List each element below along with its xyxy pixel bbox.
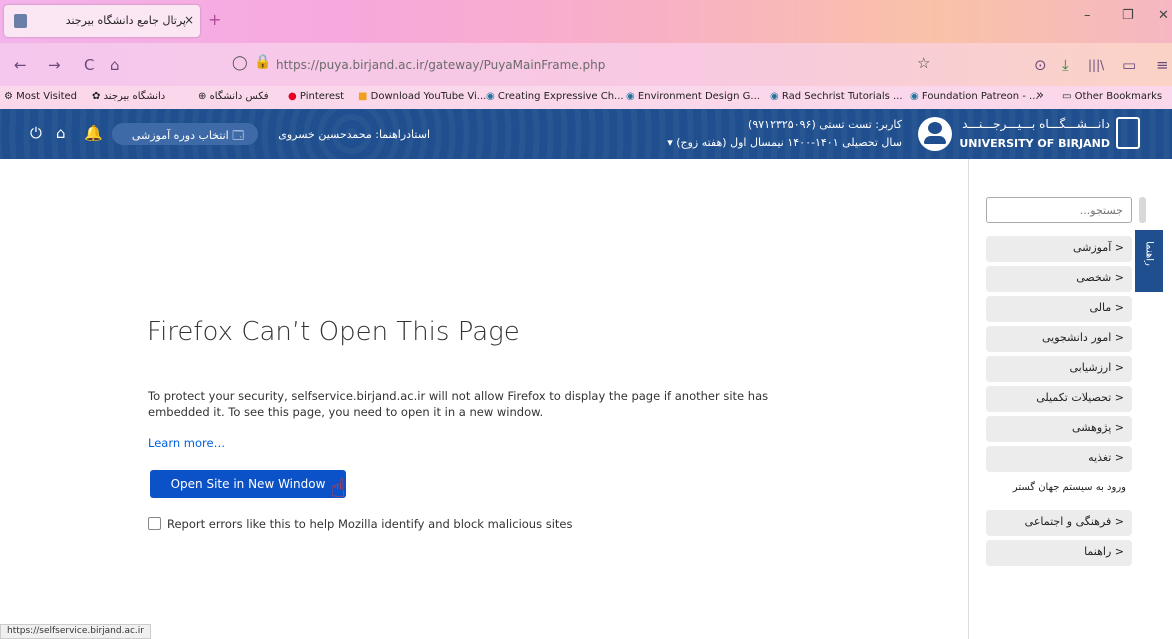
bookmark-label: Download YouTube Vi... bbox=[370, 91, 487, 102]
bookmark-pinterest[interactable]: ● Pinterest bbox=[288, 91, 344, 102]
report-errors-checkbox[interactable] bbox=[148, 517, 161, 530]
bookmarks-overflow-chevron-icon[interactable]: » bbox=[1036, 88, 1044, 103]
bookmark-rad-sechrist[interactable]: ◉ Rad Sechrist Tutorials ... bbox=[770, 91, 903, 102]
status-bar-link-preview: https://selfservice.birjand.ac.ir bbox=[0, 624, 151, 639]
bookmark-environment-design[interactable]: ◉ Environment Design G... bbox=[626, 91, 760, 102]
bookmark-label: فکس دانشگاه bbox=[209, 91, 269, 102]
chevron-icon: < bbox=[1114, 271, 1124, 284]
browser-tab[interactable]: پرتال جامع دانشگاه بیرجند × bbox=[4, 5, 200, 37]
sidebar-item-nutrition[interactable]: < تغذیه bbox=[986, 446, 1132, 472]
bookmark-most-visited[interactable]: ⚙ Most Visited bbox=[4, 91, 77, 102]
university-logo-icon bbox=[1116, 117, 1140, 149]
bookmark-creating-expressive[interactable]: ◉ Creating Expressive Ch... bbox=[486, 91, 624, 102]
user-avatar-body-icon bbox=[924, 136, 946, 144]
bookmark-label: Other Bookmarks bbox=[1074, 91, 1163, 102]
sidebar-item-personal[interactable]: < شخصی bbox=[986, 266, 1132, 292]
pocket-icon[interactable]: ⊙ bbox=[1034, 56, 1047, 74]
sidebar-item-label: فرهنگی و اجتماعی bbox=[1024, 515, 1112, 528]
restore-window-button[interactable]: ❐ bbox=[1122, 8, 1134, 23]
university-name-persian: دانـــشـــگـــاه بـــیـــرجـــنـــد bbox=[962, 117, 1110, 131]
hand-pointer-cursor-icon: ☝ bbox=[330, 474, 346, 504]
chevron-icon: < bbox=[1114, 361, 1124, 374]
sidebar-scrollbar[interactable] bbox=[1139, 197, 1146, 223]
bookmark-birjand-university[interactable]: دانشگاه بیرجند ✿ bbox=[92, 91, 165, 102]
sidebar-item-student-affairs[interactable]: < امور دانشجویی bbox=[986, 326, 1132, 352]
sidebar-item-label: پژوهشی bbox=[1072, 421, 1112, 434]
bookmark-star-icon[interactable]: ☆ bbox=[917, 54, 930, 72]
bookmark-label: Foundation Patreon - ... bbox=[921, 91, 1039, 102]
select-course-label: 🗔 انتخاب دوره آموزشی bbox=[131, 129, 245, 142]
help-side-tab-label: راهنما bbox=[1143, 241, 1155, 266]
bookmark-label: دانشگاه بیرجند bbox=[103, 91, 166, 102]
download-icon[interactable]: ⤓ bbox=[1062, 56, 1069, 74]
reload-icon[interactable]: C bbox=[84, 56, 94, 74]
error-description: To protect your security, selfservice.bi… bbox=[148, 389, 769, 419]
sidebar-item-label: تحصیلات تکمیلی bbox=[1036, 391, 1112, 404]
university-name-english: UNIVERSITY OF BIRJAND bbox=[959, 137, 1110, 150]
error-title: Firefox Can’t Open This Page bbox=[147, 317, 520, 347]
notification-bell-icon[interactable]: 🔔 bbox=[84, 124, 103, 142]
user-info: کاربر: تست تستی (۹۷۱۲۳۲۵۰۹۶) bbox=[748, 118, 902, 131]
home-icon[interactable]: ⌂ bbox=[110, 56, 120, 74]
sidebar-item-label: امور دانشجویی bbox=[1041, 331, 1112, 344]
chevron-icon: < bbox=[1114, 421, 1124, 434]
tracking-shield-icon[interactable]: ◯ bbox=[232, 55, 248, 71]
power-logout-icon[interactable]: ⏻ bbox=[30, 124, 42, 142]
report-errors-label[interactable]: Report errors like this to help Mozilla … bbox=[167, 517, 573, 531]
sidebar-item-label: ارزشیابی bbox=[1069, 361, 1112, 374]
library-icon[interactable]: |||\ bbox=[1088, 58, 1104, 72]
sidebar-item-label: آموزشی bbox=[1072, 241, 1112, 254]
bookmark-label: Most Visited bbox=[16, 91, 78, 102]
close-window-button[interactable]: ✕ bbox=[1158, 8, 1169, 23]
chevron-icon: < bbox=[1114, 391, 1124, 404]
help-side-tab-notch bbox=[1135, 262, 1145, 282]
sidebar-item-label: مالی bbox=[1089, 301, 1112, 314]
home-icon[interactable]: ⌂ bbox=[56, 124, 66, 142]
advisor-info: استادراهنما: محمدحسین خسروی bbox=[278, 128, 430, 141]
tab-close-icon[interactable]: × bbox=[184, 13, 194, 27]
minimize-window-button[interactable]: – bbox=[1084, 8, 1091, 23]
academic-term-selector[interactable]: سال تحصیلی ۱۴۰۱-۱۴۰۰ نیمسال اول (هفته زو… bbox=[667, 136, 902, 149]
sidebar-divider bbox=[968, 159, 969, 639]
sidebar-item-global-system-login[interactable]: ورود به سیستم جهان گستر bbox=[986, 482, 1132, 493]
sidebar-item-help[interactable]: < راهنما bbox=[986, 540, 1132, 566]
sidebar-item-label: راهنما bbox=[1084, 545, 1112, 558]
bookmark-foundation-patreon[interactable]: ◉ Foundation Patreon - ... bbox=[910, 91, 1039, 102]
sidebar-item-financial[interactable]: < مالی bbox=[986, 296, 1132, 322]
bookmark-other-bookmarks[interactable]: ▭ Other Bookmarks bbox=[1062, 91, 1162, 102]
bookmark-university-fax[interactable]: فکس دانشگاه ⊕ bbox=[198, 91, 269, 102]
learn-more-link[interactable]: Learn more… bbox=[148, 436, 225, 450]
open-site-in-new-window-button[interactable]: Open Site in New Window bbox=[150, 470, 346, 498]
bookmark-download-youtube[interactable]: ■ Download YouTube Vi... bbox=[358, 91, 486, 102]
tab-title: پرتال جامع دانشگاه بیرجند bbox=[65, 14, 186, 27]
sidebar-item-research[interactable]: < پژوهشی bbox=[986, 416, 1132, 442]
sidebar-search-input[interactable] bbox=[986, 197, 1132, 223]
user-avatar-head-icon bbox=[928, 122, 942, 134]
chevron-icon: < bbox=[1114, 241, 1124, 254]
app-menu-icon[interactable]: ≡ bbox=[1156, 56, 1169, 74]
chevron-icon: < bbox=[1114, 515, 1124, 528]
sidebar-item-cultural-social[interactable]: < فرهنگی و اجتماعی bbox=[986, 510, 1132, 536]
new-tab-button[interactable]: + bbox=[208, 10, 221, 29]
lock-icon[interactable]: 🔒 bbox=[254, 54, 271, 70]
chevron-icon: < bbox=[1114, 331, 1124, 344]
chevron-icon: < bbox=[1114, 451, 1124, 464]
sidebar-item-label: شخصی bbox=[1076, 271, 1112, 284]
chevron-icon: < bbox=[1114, 301, 1124, 314]
forward-arrow-icon[interactable]: → bbox=[48, 56, 61, 74]
back-arrow-icon[interactable]: ← bbox=[14, 56, 27, 74]
sidebar-item-graduate-studies[interactable]: < تحصیلات تکمیلی bbox=[986, 386, 1132, 412]
bookmark-label: Environment Design G... bbox=[637, 91, 760, 102]
bookmark-label: Rad Sechrist Tutorials ... bbox=[781, 91, 903, 102]
sidebar-item-evaluation[interactable]: < ارزشیابی bbox=[986, 356, 1132, 382]
sidebar-toggle-icon[interactable]: ▭ bbox=[1122, 56, 1136, 74]
sidebar-item-label: تغذیه bbox=[1088, 451, 1112, 464]
url-text[interactable]: https://puya.birjand.ac.ir/gateway/PuyaM… bbox=[276, 58, 605, 72]
bookmark-label: Pinterest bbox=[299, 91, 345, 102]
bookmark-label: Creating Expressive Ch... bbox=[497, 91, 624, 102]
chevron-icon: < bbox=[1114, 545, 1124, 558]
select-course-label-text: انتخاب دوره آموزشی bbox=[131, 129, 229, 142]
sidebar-item-educational[interactable]: < آموزشی bbox=[986, 236, 1132, 262]
university-favicon-icon bbox=[14, 14, 27, 28]
